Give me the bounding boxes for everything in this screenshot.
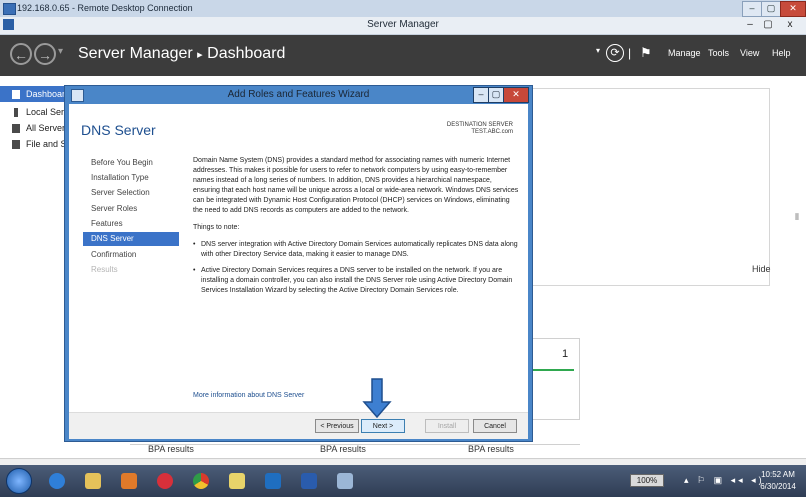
nav-confirmation[interactable]: Confirmation — [83, 248, 179, 262]
note-text: DNS server integration with Active Direc… — [201, 241, 518, 258]
add-roles-wizard: Add Roles and Features Wizard – ▢ ✕ DNS … — [64, 85, 533, 442]
history-dropdown-icon[interactable]: ▾ — [58, 46, 63, 57]
more-info-link[interactable]: More information about DNS Server — [193, 392, 304, 399]
nav-before-you-begin[interactable]: Before You Begin — [83, 156, 179, 170]
rdp-title: 192.168.0.65 - Remote Desktop Connection — [17, 3, 193, 13]
wizard-maximize-button[interactable]: ▢ — [488, 87, 504, 103]
sidebar: Dashboard Local Server All Servers File … — [0, 76, 129, 458]
hide-link[interactable]: Hide — [752, 264, 771, 274]
window-title-bar: Server Manager – ▢ x — [0, 17, 806, 35]
dns-description: Domain Name System (DNS) provides a stan… — [193, 157, 519, 214]
refresh-dropdown-icon[interactable]: ▾ — [596, 46, 600, 55]
sidebar-item-all-servers[interactable]: All Servers — [0, 120, 70, 136]
notifications-flag-icon[interactable]: ⚑ — [640, 45, 652, 61]
clock-time[interactable]: 10:52 AM — [755, 470, 801, 479]
header-divider: | — [628, 46, 632, 60]
server-icon — [14, 108, 18, 117]
remote-desktop-icon — [3, 3, 16, 15]
wizard-title: Add Roles and Features Wizard — [227, 89, 370, 100]
taskbar: 100% ▴ ⚐ ▣ ◂◂ ◂) 10:52 AM 6/30/2014 — [0, 465, 806, 497]
window-maximize-button[interactable]: ▢ — [760, 18, 776, 32]
remote-desktop-taskbar-icon[interactable] — [328, 468, 362, 494]
internet-explorer-icon[interactable] — [40, 468, 74, 494]
things-to-note-label: Things to note: — [193, 224, 240, 231]
dashboard-icon — [12, 90, 20, 99]
rdp-restore-button[interactable]: ▢ — [761, 1, 781, 17]
storage-icon — [12, 140, 20, 149]
wizard-body: DNS Server DESTINATION SERVER TEST.ABC.c… — [69, 104, 528, 412]
rdp-minimize-button[interactable]: – — [742, 1, 762, 17]
nav-dns-server[interactable]: DNS Server — [83, 232, 179, 246]
menu-manage[interactable]: Manage — [668, 48, 701, 58]
wizard-close-button[interactable]: ✕ — [503, 87, 529, 103]
nav-server-selection[interactable]: Server Selection — [83, 186, 179, 200]
page-title: DNS Server — [81, 122, 156, 138]
tile-status-bar — [532, 369, 574, 371]
pointer-arrow-icon — [362, 378, 392, 418]
previous-button[interactable]: < Previous — [315, 419, 359, 433]
system-tray-icons[interactable]: ▴ ⚐ ▣ ◂◂ ◂) — [684, 475, 765, 486]
note-text: Active Directory Domain Services require… — [201, 267, 513, 294]
destination-server-value: TEST.ABC.com — [471, 129, 513, 135]
nav-results: Results — [91, 265, 118, 274]
sidebar-item-label: All Servers — [26, 123, 70, 133]
window-minimize-button[interactable]: – — [742, 18, 758, 32]
next-button[interactable]: Next > — [361, 419, 405, 433]
roles-tile[interactable] — [532, 338, 580, 420]
bpa-results-link[interactable]: BPA results — [320, 444, 366, 454]
rdp-close-button[interactable]: ✕ — [780, 1, 806, 17]
start-button[interactable] — [6, 468, 32, 494]
itunes-icon[interactable] — [148, 468, 182, 494]
word-icon[interactable] — [292, 468, 326, 494]
chrome-icon[interactable] — [184, 468, 218, 494]
sidebar-item-file-storage[interactable]: File and Storage Services — [0, 136, 129, 152]
breadcrumb: Server Manager ▸ Dashboard — [78, 45, 285, 63]
media-player-icon[interactable] — [112, 468, 146, 494]
install-button: Install — [425, 419, 469, 433]
server-manager-header: ← → ▾ Server Manager ▸ Dashboard ▾ ⟳ | ⚑… — [0, 35, 806, 76]
sidebar-item-dashboard[interactable]: Dashboard — [0, 86, 70, 102]
nav-features[interactable]: Features — [83, 217, 179, 231]
bpa-results-link[interactable]: BPA results — [468, 444, 514, 454]
breadcrumb-page: Dashboard — [207, 45, 286, 62]
menu-tools[interactable]: Tools — [708, 48, 729, 58]
refresh-icon[interactable]: ⟳ — [606, 44, 624, 62]
forward-button[interactable]: → — [34, 43, 56, 65]
cancel-button[interactable]: Cancel — [473, 419, 517, 433]
scroll-grip-icon[interactable]: ⦀ — [795, 212, 799, 223]
rdp-title-bar: 192.168.0.65 - Remote Desktop Connection… — [0, 0, 806, 18]
breadcrumb-separator-icon: ▸ — [197, 49, 203, 61]
note-bullet: • DNS server integration with Active Dir… — [193, 240, 519, 260]
wizard-footer: < Previous Next > Install Cancel — [69, 412, 528, 439]
clock-date[interactable]: 6/30/2014 — [755, 482, 801, 491]
window-title: Server Manager — [367, 19, 439, 30]
sidebar-item-local-server[interactable]: Local Server — [0, 104, 77, 120]
bpa-results-link[interactable]: BPA results — [148, 444, 194, 454]
menu-view[interactable]: View — [740, 48, 759, 58]
zoom-level[interactable]: 100% — [630, 474, 664, 487]
servers-icon — [12, 124, 20, 133]
tile-count: 1 — [562, 348, 569, 360]
destination-server-label: DESTINATION SERVER — [446, 122, 513, 128]
bullet-icon: • — [193, 241, 196, 248]
back-button[interactable]: ← — [10, 43, 32, 65]
bullet-icon: • — [193, 267, 196, 274]
wizard-content: Domain Name System (DNS) provides a stan… — [193, 156, 519, 302]
outlook-icon[interactable] — [256, 468, 290, 494]
file-explorer-icon[interactable] — [76, 468, 110, 494]
note-bullet: • Active Directory Domain Services requi… — [193, 266, 519, 296]
breadcrumb-app[interactable]: Server Manager — [78, 45, 193, 62]
wizard-title-bar: Add Roles and Features Wizard – ▢ ✕ — [65, 86, 532, 104]
menu-help[interactable]: Help — [772, 48, 791, 58]
wizard-minimize-button[interactable]: – — [473, 87, 489, 103]
notes-icon[interactable] — [220, 468, 254, 494]
nav-server-roles[interactable]: Server Roles — [83, 202, 179, 216]
nav-installation-type[interactable]: Installation Type — [83, 171, 179, 185]
window-close-button[interactable]: x — [780, 18, 800, 32]
